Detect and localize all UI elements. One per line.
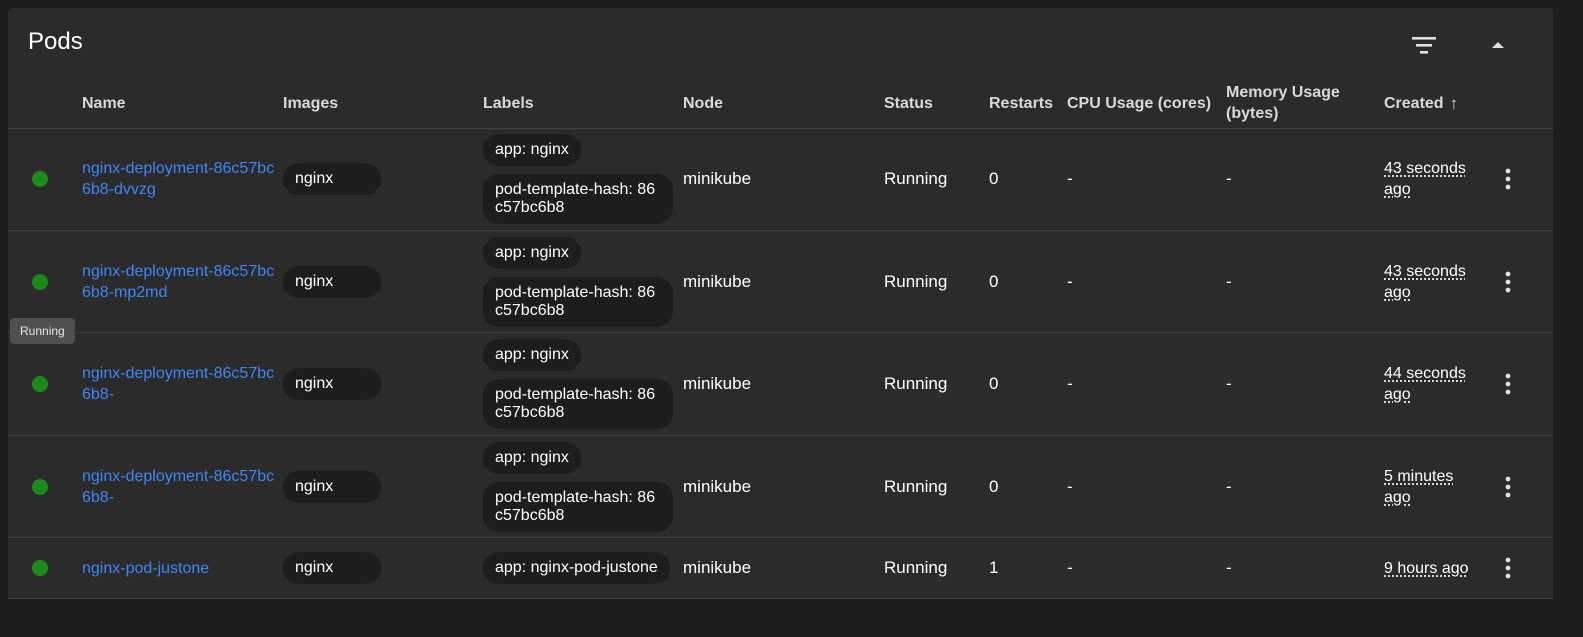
- image-chip: nginx: [283, 163, 381, 195]
- cpu-cell: -: [1067, 169, 1073, 188]
- pod-name-link[interactable]: nginx-deployment-86c57bc6b8-: [82, 466, 280, 508]
- memory-cell: -: [1226, 374, 1232, 393]
- status-dot-icon: [32, 478, 48, 495]
- memory-cell: -: [1226, 558, 1232, 577]
- table-row: nginx-pod-justone nginx app: nginx-pod-j…: [8, 538, 1553, 599]
- restarts-cell: 0: [989, 169, 999, 188]
- label-chip: app: nginx-pod-justone: [483, 552, 670, 584]
- status-dot-icon: [32, 273, 48, 290]
- image-chip: nginx: [283, 470, 381, 503]
- table-row: nginx-deployment-86c57bc6b8- nginx app: …: [8, 333, 1553, 436]
- label-chip: app: nginx: [483, 339, 581, 371]
- created-time[interactable]: 43 seconds ago: [1384, 261, 1480, 303]
- node-cell: minikube: [683, 558, 752, 577]
- cpu-cell: -: [1067, 558, 1073, 577]
- row-menu-button[interactable]: [1496, 164, 1520, 194]
- column-header-cpu[interactable]: CPU Usage (cores): [1067, 78, 1223, 128]
- restarts-cell: 0: [989, 374, 999, 393]
- label-chip: pod-template-hash: 86c57bc6b8: [483, 379, 673, 429]
- pod-name-link[interactable]: nginx-deployment-86c57bc6b8-mp2md: [82, 261, 280, 303]
- column-header-created-label: Created: [1384, 94, 1444, 112]
- row-menu-button[interactable]: [1496, 472, 1520, 502]
- image-chip: nginx: [283, 368, 381, 400]
- status-tooltip: Running: [10, 318, 75, 344]
- cpu-cell: -: [1067, 271, 1073, 291]
- row-menu-button[interactable]: [1496, 553, 1520, 583]
- panel-header: Pods: [8, 8, 1553, 78]
- arrow-up-icon: ↑: [1449, 93, 1459, 113]
- image-chip: nginx: [283, 552, 381, 584]
- status-cell: Running: [884, 169, 948, 188]
- more-vert-icon: [1505, 168, 1511, 190]
- cpu-cell: -: [1067, 476, 1073, 496]
- created-time[interactable]: 5 minutes ago: [1384, 466, 1480, 508]
- chevron-up-icon: [1492, 42, 1504, 48]
- column-header-name[interactable]: Name: [82, 78, 272, 128]
- label-chip: pod-template-hash: 86c57bc6b8: [483, 276, 673, 327]
- more-vert-icon: [1505, 373, 1511, 395]
- label-chip: pod-template-hash: 86c57bc6b8: [483, 481, 673, 532]
- column-header-labels[interactable]: Labels: [483, 78, 673, 128]
- pod-name-link[interactable]: nginx-deployment-86c57bc6b8-dvvzg: [82, 158, 280, 200]
- label-chip: app: nginx: [483, 236, 581, 269]
- table-row: nginx-deployment-86c57bc6b8-dvvzg nginx …: [8, 128, 1553, 231]
- status-cell: Running: [884, 374, 948, 393]
- status-indicator: [32, 333, 48, 435]
- column-header-restarts[interactable]: Restarts: [989, 78, 1065, 128]
- status-cell: Running: [884, 271, 948, 291]
- status-indicator: [32, 436, 48, 537]
- filter-button[interactable]: [1408, 32, 1440, 60]
- column-header-created[interactable]: Created ↑: [1384, 78, 1494, 128]
- table-row: nginx-deployment-86c57bc6b8- nginx app: …: [8, 436, 1553, 538]
- pods-panel: Pods Name Images Labels Node Status Rest…: [8, 8, 1553, 599]
- more-vert-icon: [1505, 271, 1511, 292]
- memory-cell: -: [1226, 169, 1232, 188]
- restarts-cell: 1: [989, 558, 999, 577]
- created-time[interactable]: 9 hours ago: [1384, 558, 1469, 579]
- more-vert-icon: [1505, 557, 1511, 579]
- node-cell: minikube: [683, 374, 752, 393]
- status-indicator: [32, 128, 48, 230]
- status-cell: Running: [884, 558, 948, 577]
- column-header-memory[interactable]: Memory Usage (bytes): [1226, 78, 1376, 128]
- pod-name-link[interactable]: nginx-deployment-86c57bc6b8-: [82, 363, 280, 405]
- row-menu-button[interactable]: [1496, 267, 1520, 297]
- status-dot-icon: [32, 376, 48, 392]
- column-header-status[interactable]: Status: [884, 78, 979, 128]
- collapse-button[interactable]: [1484, 32, 1512, 60]
- row-menu-button[interactable]: [1496, 369, 1520, 399]
- status-dot-icon: [32, 171, 48, 187]
- restarts-cell: 0: [989, 476, 999, 496]
- status-cell: Running: [884, 476, 948, 496]
- column-header-node[interactable]: Node: [683, 78, 873, 128]
- node-cell: minikube: [683, 271, 752, 291]
- label-chip: app: nginx: [483, 134, 581, 166]
- column-header-images[interactable]: Images: [283, 78, 473, 128]
- node-cell: minikube: [683, 476, 752, 496]
- node-cell: minikube: [683, 169, 752, 188]
- image-chip: nginx: [283, 265, 381, 298]
- status-indicator: [32, 538, 48, 598]
- table-header: Name Images Labels Node Status Restarts …: [8, 78, 1553, 129]
- cpu-cell: -: [1067, 374, 1073, 393]
- panel-title: Pods: [28, 28, 83, 55]
- filter-icon: [1412, 37, 1436, 54]
- created-time[interactable]: 44 seconds ago: [1384, 363, 1480, 405]
- label-chip: app: nginx: [483, 441, 581, 474]
- table-row: nginx-deployment-86c57bc6b8-mp2md nginx …: [8, 231, 1553, 333]
- label-chip: pod-template-hash: 86c57bc6b8: [483, 174, 673, 224]
- memory-cell: -: [1226, 476, 1232, 496]
- more-vert-icon: [1505, 476, 1511, 497]
- memory-cell: -: [1226, 271, 1232, 291]
- pod-name-link[interactable]: nginx-pod-justone: [82, 558, 280, 579]
- status-dot-icon: [32, 560, 48, 576]
- status-indicator: [32, 231, 48, 332]
- restarts-cell: 0: [989, 271, 999, 291]
- created-time[interactable]: 43 seconds ago: [1384, 158, 1480, 200]
